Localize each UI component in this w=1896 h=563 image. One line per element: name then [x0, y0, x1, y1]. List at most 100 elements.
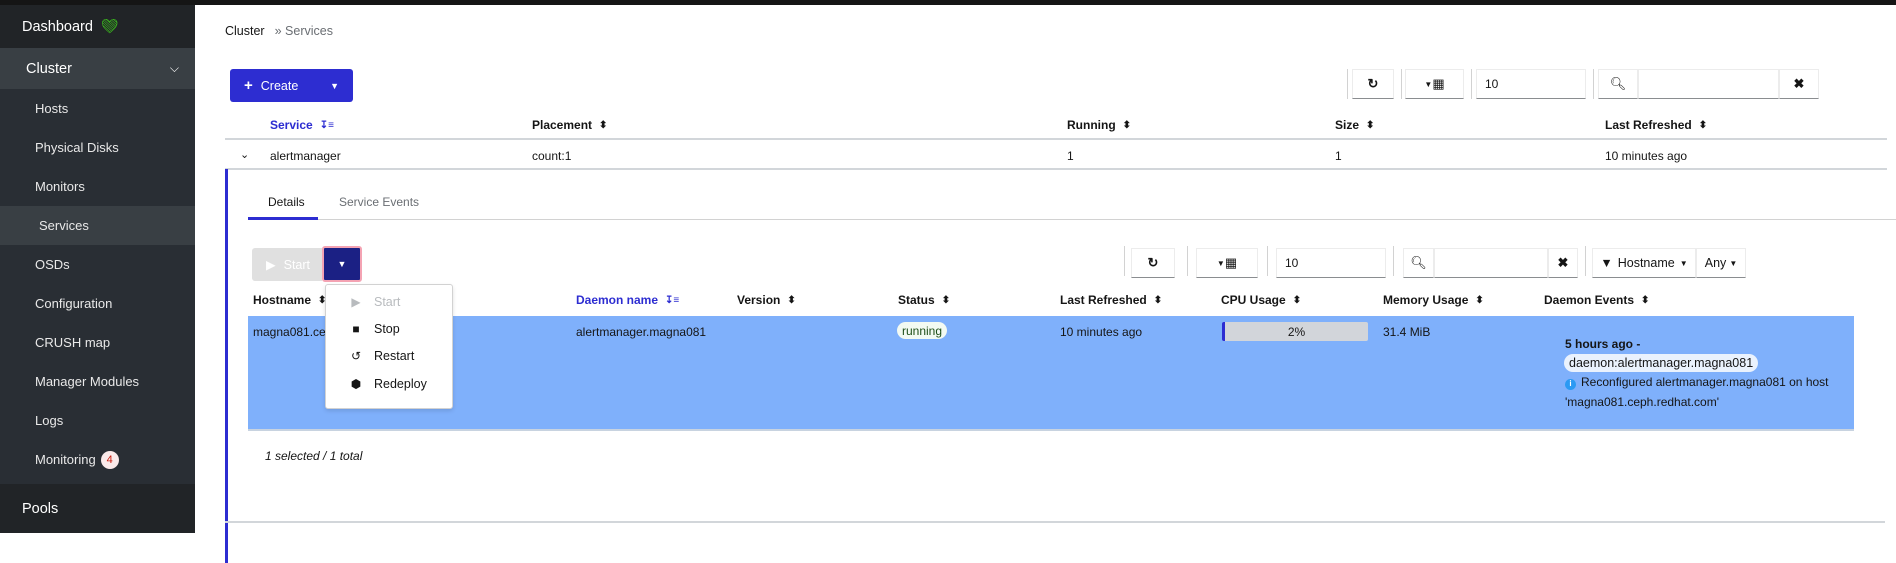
- sidebar-item-osds[interactable]: OSDs: [0, 245, 195, 284]
- cpu-usage-bar: 2%: [1222, 322, 1368, 341]
- details-column-toggle-button[interactable]: ▼ ▦: [1196, 248, 1258, 278]
- breadcrumb: Cluster » Services: [225, 24, 333, 38]
- sort-icon: ⬍: [1292, 294, 1302, 306]
- event-message-text: Reconfigured alertmanager.magna081 on ho…: [1565, 375, 1829, 409]
- breadcrumb-services: Services: [285, 24, 333, 38]
- column-header-service[interactable]: Service ↧≡: [270, 118, 334, 132]
- sidebar-item-manager-modules[interactable]: Manager Modules: [0, 362, 195, 401]
- sidebar-item-label: Monitors: [35, 179, 85, 194]
- sidebar-item-configuration[interactable]: Configuration: [0, 284, 195, 323]
- cpu-usage-label: 2%: [1287, 324, 1306, 339]
- details-refresh-button[interactable]: ↻: [1131, 248, 1175, 278]
- service-name: alertmanager: [270, 149, 341, 163]
- column-header-daemon-name[interactable]: Daemon name ↧≡: [576, 293, 679, 307]
- plus-icon: +: [244, 77, 253, 94]
- sidebar-item-hosts[interactable]: Hosts: [0, 89, 195, 128]
- alert-count-badge: 4: [100, 450, 119, 469]
- daemon-name: alertmanager.magna081: [576, 325, 707, 339]
- sidebar: Dashboard 💚︎ Cluster ⌵ Hosts Physical Di…: [0, 5, 195, 533]
- search-button[interactable]: 🔍︎: [1598, 69, 1638, 99]
- clear-search-button[interactable]: ✖: [1779, 69, 1819, 99]
- column-header-running[interactable]: Running ⬍: [1067, 118, 1131, 132]
- create-button[interactable]: + Create ▼: [230, 69, 353, 102]
- sort-icon: ⬍: [787, 294, 796, 306]
- page-size-input[interactable]: 10: [1476, 69, 1586, 99]
- breadcrumb-cluster[interactable]: Cluster: [225, 24, 265, 38]
- filter-field-dropdown[interactable]: ▼ Hostname ▼: [1592, 248, 1696, 278]
- sidebar-item-label: Dashboard: [22, 18, 93, 35]
- column-header-placement[interactable]: Placement ⬍: [532, 118, 607, 132]
- column-header-version[interactable]: Version ⬍: [737, 293, 796, 307]
- search-icon: 🔍︎: [1609, 76, 1627, 91]
- menu-item-restart[interactable]: ↺ Restart: [326, 345, 452, 367]
- stop-icon: ■: [352, 322, 360, 336]
- sidebar-item-dashboard[interactable]: Dashboard 💚︎: [0, 5, 195, 48]
- details-page-size-input[interactable]: 10: [1276, 248, 1386, 278]
- table-header-divider: [225, 138, 1887, 140]
- column-toggle-button[interactable]: ▼ ▦: [1405, 69, 1464, 99]
- toolbar-divider: [1267, 246, 1268, 276]
- column-header-last-refreshed[interactable]: Last Refreshed ⬍: [1605, 118, 1707, 132]
- toolbar-divider: [1401, 69, 1402, 99]
- sort-icon: ⬍: [1153, 294, 1163, 306]
- active-tab-indicator: [248, 217, 318, 220]
- refresh-icon: ↻: [1147, 255, 1159, 270]
- tab-details[interactable]: Details: [268, 195, 305, 209]
- caret-down-icon: ▼: [1679, 258, 1688, 268]
- sidebar-item-physical-disks[interactable]: Physical Disks: [0, 128, 195, 167]
- breadcrumb-separator: »: [274, 24, 282, 38]
- column-label: Service: [270, 118, 313, 132]
- details-search-input[interactable]: [1434, 248, 1548, 278]
- caret-down-icon[interactable]: ▼: [330, 81, 339, 91]
- sidebar-item-label: CRUSH map: [35, 335, 111, 350]
- menu-item-stop[interactable]: ■ Stop: [326, 318, 452, 340]
- sidebar-item-monitors[interactable]: Monitors: [0, 167, 195, 206]
- column-label: Status: [898, 293, 935, 307]
- filter-icon: ▼: [1600, 256, 1613, 270]
- tab-service-events[interactable]: Service Events: [339, 195, 419, 209]
- status-badge: running: [897, 322, 948, 339]
- sidebar-item-crush-map[interactable]: CRUSH map: [0, 323, 195, 362]
- refresh-button[interactable]: ↻: [1352, 69, 1394, 99]
- toolbar-divider: [1187, 246, 1188, 276]
- column-header-memory-usage[interactable]: Memory Usage ⬍: [1383, 293, 1484, 307]
- chevron-down-icon[interactable]: ⌄: [240, 148, 249, 161]
- column-label: Size: [1335, 118, 1360, 132]
- sidebar-item-label: OSDs: [35, 257, 70, 272]
- sidebar-item-monitoring[interactable]: Monitoring 4: [0, 440, 195, 479]
- sidebar-item-cluster[interactable]: Cluster ⌵: [0, 48, 195, 89]
- column-header-size[interactable]: Size ⬍: [1335, 118, 1374, 132]
- column-header-last-refreshed[interactable]: Last Refreshed ⬍: [1060, 293, 1162, 307]
- play-icon: ▶: [351, 295, 361, 309]
- column-label: Daemon Events: [1544, 293, 1635, 307]
- actions-dropdown-menu: ▶ Start ■ Stop ↺ Restart ⬢ Redeploy: [325, 284, 453, 409]
- details-clear-search-button[interactable]: ✖: [1548, 248, 1578, 278]
- column-label: Last Refreshed: [1060, 293, 1147, 307]
- sidebar-item-services[interactable]: Services: [0, 206, 195, 245]
- column-header-status[interactable]: Status ⬍: [898, 293, 950, 307]
- search-icon: 🔍︎: [1410, 255, 1427, 270]
- chevron-down-icon: ⌵: [169, 61, 179, 75]
- panel-bottom-border: [225, 521, 1885, 523]
- column-header-cpu-usage[interactable]: CPU Usage ⬍: [1221, 293, 1301, 307]
- sidebar-item-pools[interactable]: Pools: [0, 484, 195, 533]
- actions-dropdown-toggle[interactable]: ▼: [322, 246, 362, 282]
- sidebar-item-logs[interactable]: Logs: [0, 401, 195, 440]
- info-icon: i: [1565, 378, 1576, 390]
- event-time: 5 hours ago -: [1565, 337, 1641, 351]
- column-label: Memory Usage: [1383, 293, 1469, 307]
- start-button[interactable]: ▶ Start: [252, 248, 322, 281]
- column-header-daemon-events[interactable]: Daemon Events ⬍: [1544, 293, 1649, 307]
- filter-value-dropdown[interactable]: Any ▼: [1696, 248, 1746, 278]
- column-header-hostname[interactable]: Hostname ⬍: [253, 293, 326, 307]
- search-input[interactable]: [1638, 69, 1779, 99]
- history-icon: ↺: [350, 349, 362, 363]
- tabs-divider: [248, 219, 1896, 220]
- menu-item-redeploy[interactable]: ⬢ Redeploy: [326, 373, 452, 395]
- sidebar-item-label: Configuration: [35, 296, 113, 311]
- details-search-button[interactable]: 🔍︎: [1403, 248, 1434, 278]
- toolbar-divider: [1471, 69, 1472, 99]
- caret-down-icon: ▼: [1729, 258, 1738, 268]
- sidebar-item-label: Manager Modules: [35, 374, 140, 389]
- menu-item-start[interactable]: ▶ Start: [326, 291, 452, 313]
